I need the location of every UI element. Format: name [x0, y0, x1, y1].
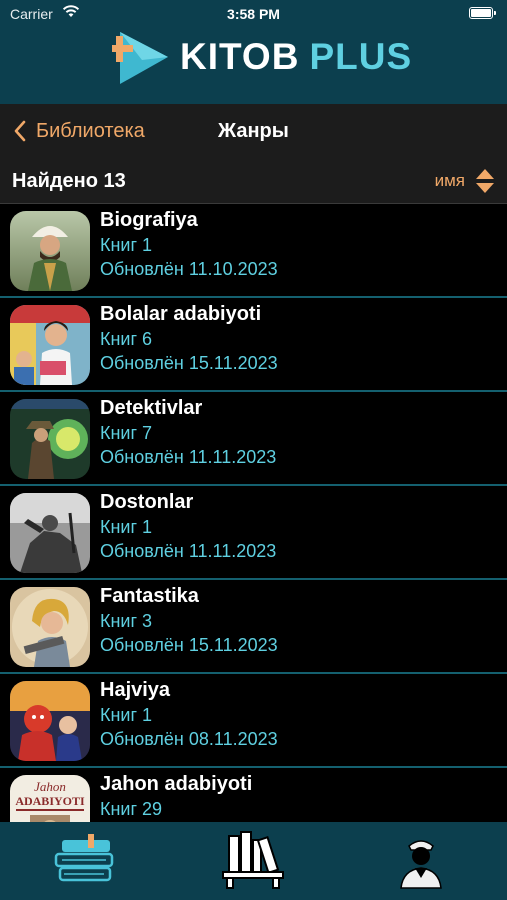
- back-button-label: Библиотека: [36, 119, 145, 142]
- genre-name: Dostonlar: [100, 491, 194, 513]
- logo-text: KITOB PLUS: [180, 36, 412, 78]
- genre-name: Jahon adabiyoti: [100, 773, 253, 795]
- status-bar: Carrier 3:58 PM: [0, 0, 507, 26]
- genre-cover: [10, 681, 90, 761]
- logo-word-plus: PLUS: [309, 36, 413, 77]
- list-item[interactable]: Fantastika Книг 3 Обновлён 15.11.2023: [0, 580, 507, 674]
- genre-updated-date: Обновлён 08.11.2023: [100, 729, 278, 749]
- genre-book-count: Книг 1: [100, 705, 153, 725]
- results-header: Найдено 13 имя: [0, 158, 507, 204]
- books-stack-icon: [54, 834, 114, 882]
- genre-name: Hajviya: [100, 679, 171, 701]
- genre-name: Detektivlar: [100, 397, 203, 419]
- genre-book-count: Книг 6: [100, 329, 153, 349]
- genre-cover: [10, 211, 90, 291]
- navigation-bar: Библиотека Жанры: [0, 104, 507, 158]
- genre-cover: [10, 493, 90, 573]
- genre-cover: [10, 305, 90, 385]
- bookshelf-icon: [222, 831, 284, 889]
- genre-book-count: Книг 29: [100, 799, 163, 819]
- list-item[interactable]: Detektivlar Книг 7 Обновлён 11.11.2023: [0, 392, 507, 486]
- list-item[interactable]: Bolalar adabiyoti Книг 6 Обновлён 15.11.…: [0, 298, 507, 392]
- genre-cover: Jahon ADABIYOTI: [10, 775, 90, 822]
- genre-updated-date: Обновлён 11.10.2023: [100, 259, 278, 279]
- clock: 3:58 PM: [227, 6, 280, 22]
- page-title: Жанры: [218, 120, 289, 142]
- sort-button[interactable]: имя: [435, 166, 495, 196]
- chevron-left-icon: [14, 120, 26, 142]
- genre-book-count: Книг 7: [100, 423, 153, 443]
- genre-updated-date: Обновлён 15.11.2023: [100, 353, 278, 373]
- genre-name: Biografiya: [100, 209, 198, 231]
- list-item[interactable]: Biografiya Книг 1 Обновлён 11.10.2023: [0, 204, 507, 298]
- genre-book-count: Книг 3: [100, 611, 153, 631]
- genre-updated-date: Обновлён 15.11.2023: [100, 635, 278, 655]
- genre-updated-date: Обновлён 11.11.2023: [100, 541, 277, 561]
- genre-book-count: Книг 1: [100, 235, 153, 255]
- genre-name: Fantastika: [100, 585, 199, 607]
- genre-updated-date: Обновлён 11.11.2023: [100, 447, 277, 467]
- genre-cover: [10, 587, 90, 667]
- profile-icon: [400, 840, 442, 889]
- genre-list: Biografiya Книг 1 Обновлён 11.10.2023 Bo…: [0, 204, 507, 822]
- genre-cover: [10, 399, 90, 479]
- app-logo: KITOB PLUS: [112, 26, 411, 88]
- tab-bookshelf[interactable]: [218, 830, 288, 892]
- tab-bar: [0, 822, 507, 900]
- sort-label: имя: [434, 171, 465, 190]
- list-item[interactable]: Dostonlar Книг 1 Обновлён 11.11.2023: [0, 486, 507, 580]
- tab-profile[interactable]: [386, 830, 456, 892]
- cover-title-line2: ADABIYOTI: [15, 794, 85, 808]
- cover-title-line1: Jahon: [34, 779, 66, 794]
- tab-library[interactable]: [50, 830, 120, 892]
- results-count: Найдено 13: [12, 170, 126, 192]
- logo-play-icon: [112, 32, 168, 84]
- battery-icon: [469, 7, 496, 19]
- logo-word-kitob: KITOB: [180, 36, 300, 77]
- list-item[interactable]: Hajviya Книг 1 Обновлён 08.11.2023: [0, 674, 507, 768]
- genre-name: Bolalar adabiyoti: [100, 303, 262, 325]
- sort-arrows-icon: [476, 169, 494, 193]
- back-button[interactable]: Библиотека: [14, 118, 145, 144]
- app-header: Carrier 3:58 PM KITOB PLUS: [0, 0, 507, 104]
- list-item[interactable]: Jahon ADABIYOTI Jahon adabiyoti Книг 29: [0, 768, 507, 822]
- genre-book-count: Книг 1: [100, 517, 153, 537]
